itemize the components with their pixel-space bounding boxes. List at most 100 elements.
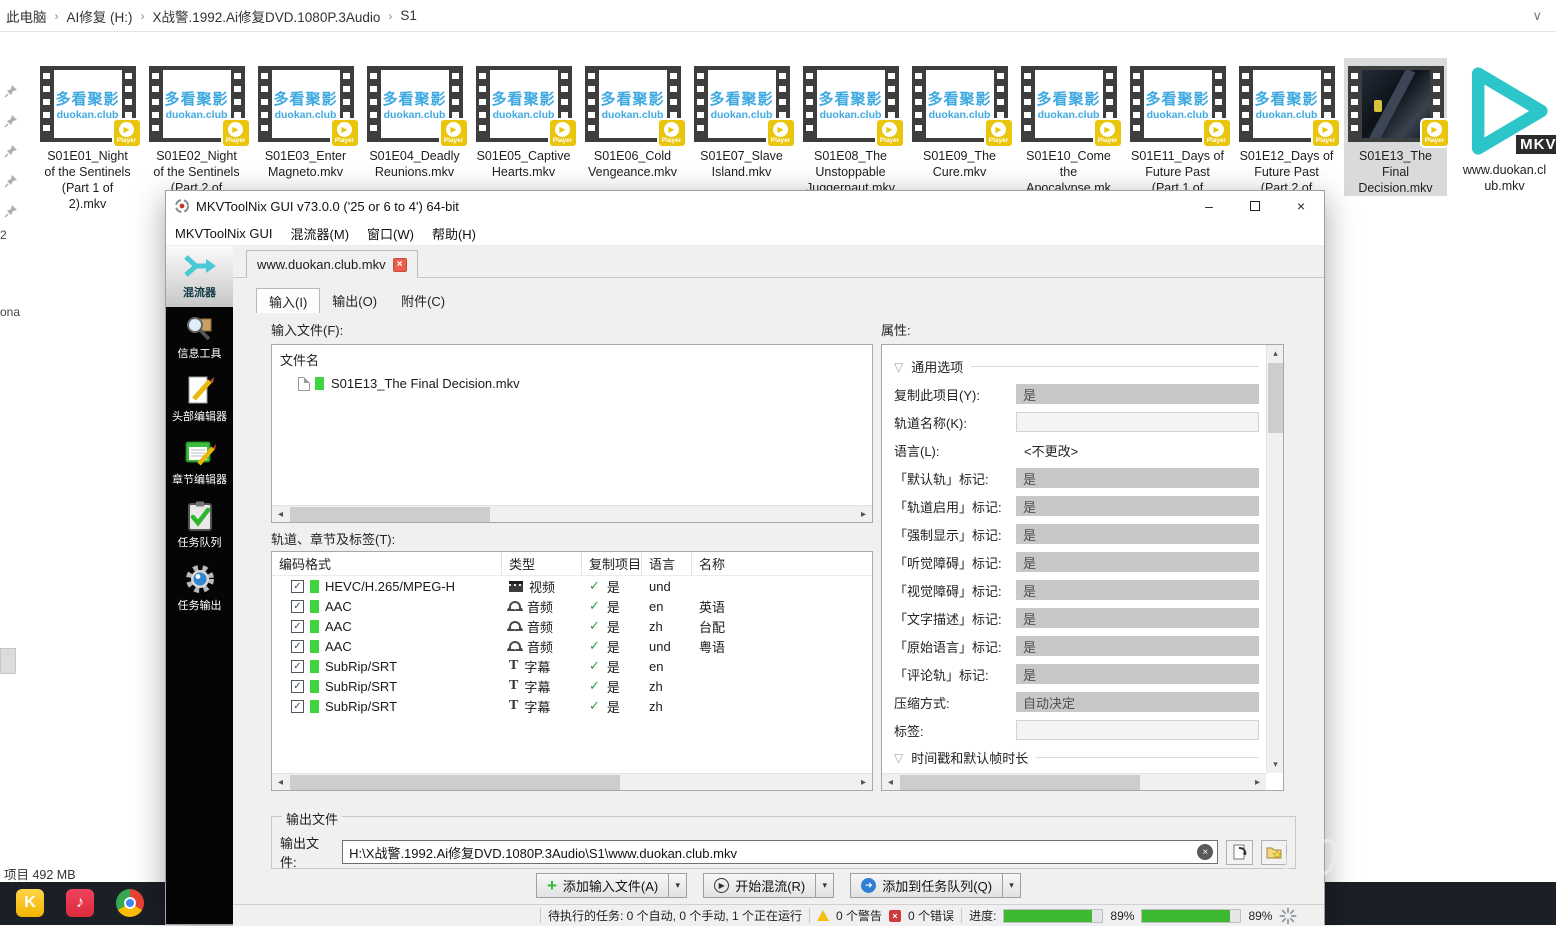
checkbox[interactable]: ✓: [291, 700, 304, 713]
file-name: S01E06_Cold Vengeance.mkv: [581, 148, 684, 180]
close-button[interactable]: ×: [1278, 191, 1324, 221]
browse-folder-button[interactable]: [1261, 840, 1287, 865]
file-tile[interactable]: 多看聚影duokan.club ▶Player S01E05_Captive H…: [472, 58, 575, 180]
scrollbar-thumb[interactable]: [290, 507, 490, 522]
menu-mkvtoolnix-gui[interactable]: MKVToolNix GUI: [166, 226, 282, 241]
checkbox[interactable]: ✓: [291, 620, 304, 633]
file-tile[interactable]: 多看聚影duokan.club ▶Player S01E08_The Unsto…: [799, 58, 902, 196]
dropdown-arrow-icon[interactable]: ▾: [669, 873, 687, 898]
track-row[interactable]: ✓HEVC/H.265/MPEG-H 视频 ✓是 und: [272, 576, 872, 596]
checkbox[interactable]: ✓: [291, 680, 304, 693]
chevron-down-icon[interactable]: ∨: [1532, 8, 1542, 24]
scroll-right-icon[interactable]: ▸: [855, 506, 872, 523]
track-row[interactable]: ✓SubRip/SRT T字幕 ✓是 zh: [272, 676, 872, 696]
menu-help[interactable]: 帮助(H): [423, 224, 485, 243]
dropdown-arrow-icon[interactable]: ▾: [1003, 873, 1021, 898]
sidebar-item-job-output[interactable]: 任务输出: [166, 557, 233, 620]
breadcrumb-subfolder[interactable]: S1: [394, 8, 423, 23]
file-tile[interactable]: 多看聚影duokan.club ▶Player S01E07_Slave Isl…: [690, 58, 793, 180]
sidebar-item-job-queue[interactable]: 任务队列: [166, 494, 233, 557]
add-source-files-button[interactable]: +添加输入文件(A) ▾: [536, 873, 687, 898]
scrollbar-thumb[interactable]: [290, 775, 620, 790]
add-to-job-queue-button[interactable]: ➜添加到任务队列(Q) ▾: [850, 873, 1021, 898]
file-tile[interactable]: MKV www.duokan.cl ub.mkv: [1453, 58, 1556, 194]
file-tile[interactable]: 多看聚影duokan.club ▶Player S01E06_Cold Veng…: [581, 58, 684, 180]
tab-close-icon[interactable]: ×: [393, 258, 407, 272]
nav-pane-scrollbar[interactable]: [0, 648, 16, 674]
scroll-left-icon[interactable]: ◂: [882, 774, 899, 791]
file-tile[interactable]: 多看聚影duokan.club ▶Player S01E11_Days of F…: [1126, 58, 1229, 196]
collapse-triangle-icon[interactable]: ▽: [894, 360, 903, 374]
sidebar-item-header-editor[interactable]: 头部编辑器: [166, 368, 233, 431]
breadcrumb-folder[interactable]: X战警.1992.Ai修复DVD.1080P.3Audio: [147, 6, 387, 26]
checkbox[interactable]: ✓: [291, 640, 304, 653]
dropdown-arrow-icon[interactable]: ▾: [816, 873, 834, 898]
tab-output[interactable]: 输出(O): [320, 288, 389, 313]
checkbox[interactable]: ✓: [291, 580, 304, 593]
sidebar-item-multiplexer[interactable]: 混流器: [166, 246, 233, 307]
file-tile[interactable]: 多看聚影duokan.club ▶Player S01E02_Night of …: [145, 58, 248, 196]
tab-attachments[interactable]: 附件(C): [389, 288, 457, 313]
property-row: 标签:: [894, 720, 1259, 740]
menu-window[interactable]: 窗口(W): [358, 224, 423, 243]
file-tile[interactable]: 多看聚影duokan.club ▶Player S01E12_Days of F…: [1235, 58, 1338, 196]
horizontal-scrollbar[interactable]: ◂ ▸: [272, 505, 872, 522]
track-row[interactable]: ✓AAC 音频 ✓是 zh 台配: [272, 616, 872, 636]
scroll-left-icon[interactable]: ◂: [272, 506, 289, 523]
scroll-down-icon[interactable]: ▾: [1267, 756, 1284, 773]
start-multiplexing-button[interactable]: ▶开始混流(R) ▾: [703, 873, 834, 898]
file-tile[interactable]: 多看聚影duokan.club ▶Player S01E03_Enter Mag…: [254, 58, 357, 180]
collapse-triangle-icon[interactable]: ▽: [894, 751, 903, 765]
sidebar-item-info-tool[interactable]: 信息工具: [166, 307, 233, 368]
scroll-left-icon[interactable]: ◂: [272, 774, 289, 791]
input-file-row[interactable]: S01E13_The Final Decision.mkv: [272, 374, 872, 393]
file-tile-selected[interactable]: ▶Player S01E13_The Final Decision.mkv: [1344, 58, 1447, 196]
window-title: MKVToolNix GUI v73.0.0 ('25 or 6 to 4') …: [196, 199, 459, 214]
file-tile[interactable]: 多看聚影duokan.club ▶Player S01E01_Night of …: [36, 58, 139, 212]
chrome-icon[interactable]: [116, 889, 144, 917]
input-files-list[interactable]: 文件名 S01E13_The Final Decision.mkv ◂ ▸: [271, 344, 873, 523]
browse-output-button[interactable]: [1226, 840, 1252, 865]
scrollbar-thumb[interactable]: [1268, 363, 1283, 433]
file-tile[interactable]: 多看聚影duokan.club ▶Player S01E10_Come the …: [1017, 58, 1120, 196]
track-row[interactable]: ✓AAC 音频 ✓是 und 粤语: [272, 636, 872, 656]
section-general-options[interactable]: ▽ 通用选项: [894, 357, 1259, 376]
output-file-input[interactable]: [342, 840, 1218, 864]
scroll-right-icon[interactable]: ▸: [1249, 774, 1266, 791]
netease-music-icon[interactable]: ♪: [66, 889, 94, 917]
checkbox[interactable]: ✓: [291, 600, 304, 613]
chevron-right-icon: ›: [139, 9, 147, 23]
track-row[interactable]: ✓SubRip/SRT T字幕 ✓是 en: [272, 656, 872, 676]
tracks-table[interactable]: 编码格式 类型 复制项目 语言 名称 ✓HEVC/H.265/MPEG-H 视频…: [271, 551, 873, 791]
error-icon: ×: [889, 910, 901, 922]
menu-multiplexer[interactable]: 混流器(M): [282, 224, 359, 243]
language-select[interactable]: <不更改>: [1016, 440, 1259, 460]
scroll-right-icon[interactable]: ▸: [855, 774, 872, 791]
section-timestamps[interactable]: ▽ 时间戳和默认帧时长: [894, 748, 1259, 767]
tags-field[interactable]: [1016, 720, 1259, 740]
scrollbar-thumb[interactable]: [900, 775, 1140, 790]
horizontal-scrollbar[interactable]: ◂ ▸: [272, 773, 872, 790]
horizontal-scrollbar[interactable]: ◂ ▸: [882, 773, 1266, 790]
maximize-button[interactable]: [1232, 191, 1278, 221]
file-name: S01E02_Night of the Sentinels (Part 2 of: [145, 148, 248, 196]
open-file-tab[interactable]: www.duokan.club.mkv ×: [246, 250, 418, 278]
vertical-scrollbar[interactable]: ▴ ▾: [1266, 345, 1283, 773]
track-row[interactable]: ✓AAC 音频 ✓是 en 英语: [272, 596, 872, 616]
breadcrumb-drive[interactable]: AI修复 (H:): [61, 6, 139, 26]
minimize-button[interactable]: –: [1186, 191, 1232, 221]
breadcrumb-this-pc[interactable]: 此电脑: [0, 6, 53, 26]
checkbox[interactable]: ✓: [291, 660, 304, 673]
track-row[interactable]: ✓SubRip/SRT T字幕 ✓是 zh: [272, 696, 872, 716]
property-row: 「默认轨」标记: 是: [894, 468, 1259, 488]
scroll-up-icon[interactable]: ▴: [1267, 345, 1284, 362]
tab-input[interactable]: 输入(I): [256, 288, 320, 313]
file-tile[interactable]: 多看聚影duokan.club ▶Player S01E04_Deadly Re…: [363, 58, 466, 180]
sidebar-item-chapter-editor[interactable]: 章节编辑器: [166, 431, 233, 494]
track-name-field[interactable]: [1016, 412, 1259, 432]
status-square: [310, 700, 319, 713]
status-square: [310, 640, 319, 653]
file-tile[interactable]: 多看聚影duokan.club ▶Player S01E09_The Cure.…: [908, 58, 1011, 180]
kuwo-music-icon[interactable]: K: [16, 889, 44, 917]
title-bar[interactable]: MKVToolNix GUI v73.0.0 ('25 or 6 to 4') …: [166, 191, 1324, 221]
